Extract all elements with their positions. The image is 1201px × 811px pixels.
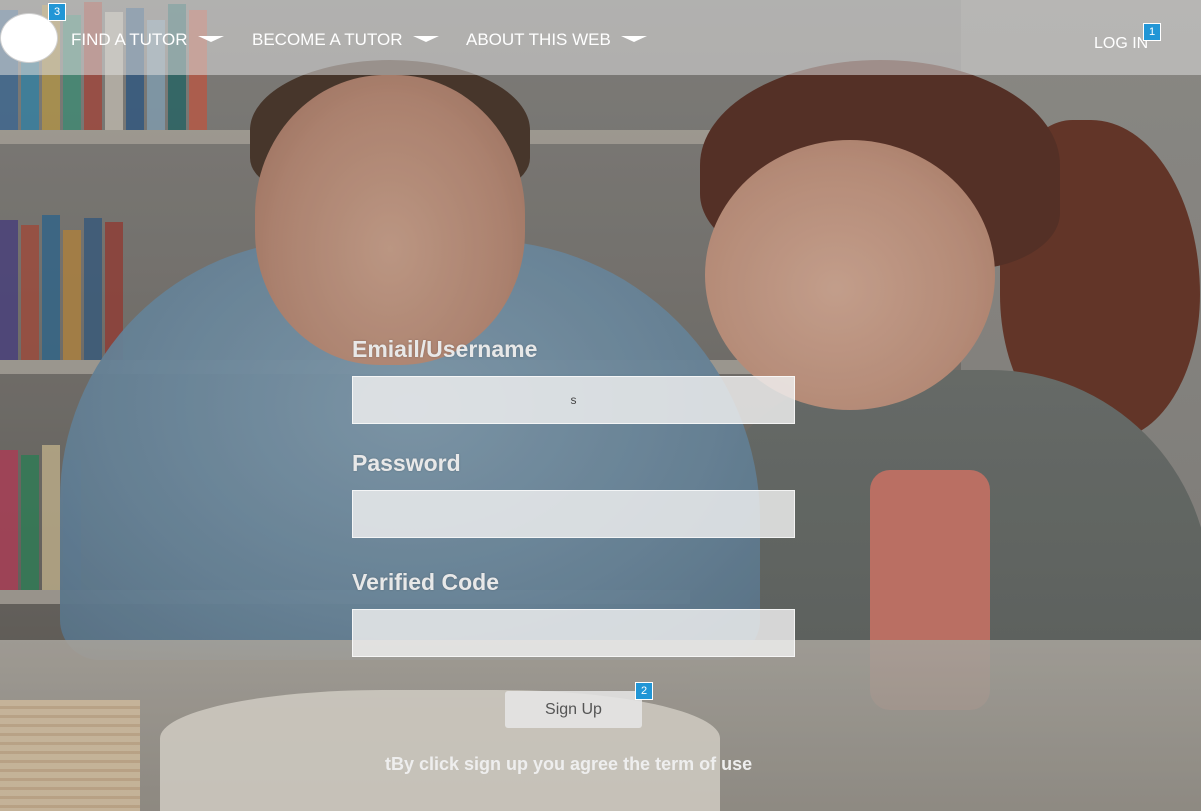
terms-text: tBy click sign up you agree the term of … [385,754,753,774]
chevron-down-icon [620,36,647,42]
login-badge: 1 [1143,23,1161,41]
nav-become-a-tutor[interactable]: BECOME A TUTOR [252,30,439,50]
chevron-down-icon [197,36,224,42]
email-label: Emiail/Username [352,336,538,362]
nav-about-this-web[interactable]: ABOUT THIS WEB [466,30,647,50]
nav-find-a-tutor-label: FIND A TUTOR [71,30,188,49]
logo-badge: 3 [48,3,66,21]
nav-about-this-web-label: ABOUT THIS WEB [466,30,611,49]
page: 3 FIND A TUTOR BECOME A TUTOR ABOUT THIS… [0,0,1201,811]
password-label: Password [352,450,461,476]
nav-become-a-tutor-label: BECOME A TUTOR [252,30,403,49]
verified-code-field[interactable] [352,609,795,657]
password-field[interactable] [352,490,795,538]
sign-up-button[interactable]: Sign Up [505,691,642,728]
login-link[interactable]: LOG IN [1094,35,1148,53]
chevron-down-icon [412,36,439,42]
verified-code-label: Verified Code [352,569,499,595]
nav-find-a-tutor[interactable]: FIND A TUTOR [71,30,224,50]
email-field[interactable] [352,376,795,424]
top-nav-bar: 3 FIND A TUTOR BECOME A TUTOR ABOUT THIS… [0,0,1201,75]
sign-up-badge: 2 [635,682,653,700]
